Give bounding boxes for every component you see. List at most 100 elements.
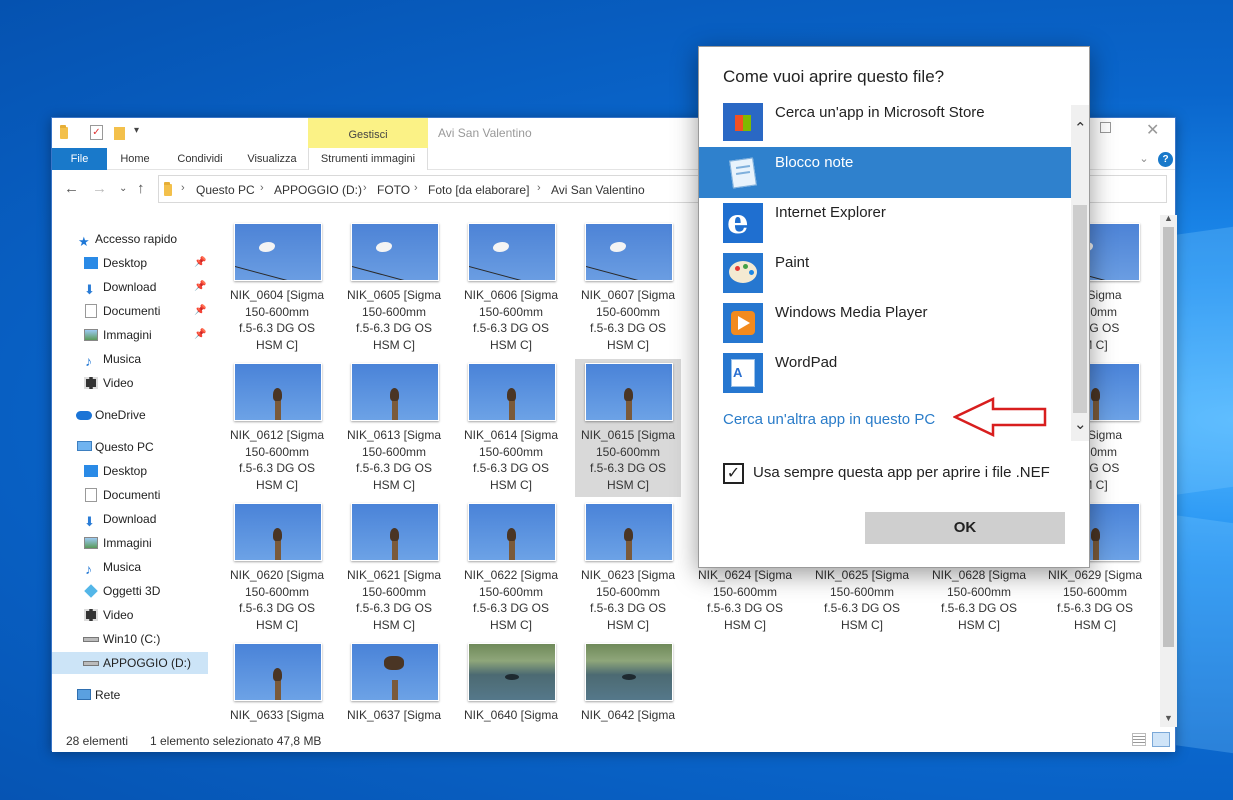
more-apps-link[interactable]: Cerca un'altra app in questo PC bbox=[723, 411, 935, 428]
app-option-paint[interactable]: Paint bbox=[699, 247, 1073, 298]
app-option-notepad[interactable]: Blocco note bbox=[699, 147, 1073, 198]
nav-pc-video[interactable]: Video bbox=[52, 604, 208, 626]
app-option-wordpad[interactable]: A WordPad bbox=[699, 347, 1073, 398]
file-thumbnail[interactable]: NIK_0607 [Sigma 150-600mm f.5-6.3 DG OS … bbox=[575, 219, 681, 357]
breadcrumb-separator[interactable]: › bbox=[363, 182, 367, 194]
back-arrow-icon[interactable]: ← bbox=[64, 180, 79, 197]
file-thumbnail[interactable]: NIK_0612 [Sigma 150-600mm f.5-6.3 DG OS … bbox=[224, 359, 330, 497]
file-thumbnail[interactable]: NIK_0640 [Sigma 150-600 bbox=[458, 639, 564, 725]
always-use-checkbox[interactable]: ✓ bbox=[723, 463, 744, 484]
vertical-scrollbar[interactable]: ▲ ▼ bbox=[1160, 213, 1177, 727]
breadcrumb-item[interactable]: Avi San Valentino bbox=[551, 183, 645, 197]
nav-this-pc[interactable]: Questo PC bbox=[52, 436, 208, 458]
pictures-icon bbox=[84, 329, 98, 341]
media-player-icon bbox=[723, 303, 763, 343]
desktop-icon bbox=[84, 257, 98, 269]
cloud-icon bbox=[76, 411, 92, 420]
file-thumbnail[interactable]: NIK_0637 [Sigma 150-600 bbox=[341, 639, 447, 725]
nav-pc-desktop[interactable]: Desktop bbox=[52, 460, 208, 482]
tab-file[interactable]: File bbox=[52, 148, 107, 170]
nav-pc-download[interactable]: ⬇ Download bbox=[52, 508, 208, 530]
nav-pc-drive-c[interactable]: Win10 (C:) bbox=[52, 628, 208, 650]
nav-pc-music[interactable]: ♪ Musica bbox=[52, 556, 208, 578]
file-thumbnail[interactable]: NIK_0620 [Sigma 150-600mm f.5-6.3 DG OS … bbox=[224, 499, 330, 637]
breadcrumb-separator[interactable]: › bbox=[260, 182, 264, 194]
pin-icon[interactable]: 📌 bbox=[194, 324, 206, 346]
maximize-icon[interactable] bbox=[1100, 122, 1111, 133]
breadcrumb-item[interactable]: Questo PC bbox=[196, 183, 255, 197]
file-thumbnail[interactable]: NIK_0605 [Sigma 150-600mm f.5-6.3 DG OS … bbox=[341, 219, 447, 357]
file-name: NIK_0607 [Sigma 150-600mm f.5-6.3 DG OS … bbox=[580, 288, 676, 352]
help-icon[interactable]: ? bbox=[1158, 152, 1173, 167]
breadcrumb-item[interactable]: FOTO bbox=[377, 183, 410, 197]
new-folder-icon[interactable] bbox=[114, 127, 125, 140]
customize-toolbar-icon[interactable]: ▾ bbox=[134, 125, 139, 136]
breadcrumb-separator[interactable]: › bbox=[414, 182, 418, 194]
file-thumbnail[interactable]: NIK_0606 [Sigma 150-600mm f.5-6.3 DG OS … bbox=[458, 219, 564, 357]
file-thumbnail-selected[interactable]: NIK_0615 [Sigma 150-600mm f.5-6.3 DG OS … bbox=[575, 359, 681, 497]
ribbon-expand-icon[interactable]: ⌄ bbox=[1136, 148, 1152, 170]
file-thumbnail[interactable]: NIK_0623 [Sigma 150-600mm f.5-6.3 DG OS … bbox=[575, 499, 681, 637]
file-thumbnail[interactable]: NIK_0633 [Sigma 150-600 bbox=[224, 639, 330, 725]
breadcrumb-item[interactable]: Foto [da elaborare] bbox=[428, 183, 529, 197]
details-view-icon[interactable] bbox=[1132, 733, 1146, 746]
pin-icon[interactable]: 📌 bbox=[194, 276, 206, 298]
ok-button[interactable]: OK bbox=[865, 512, 1065, 544]
up-arrow-icon[interactable]: ↑ bbox=[137, 180, 145, 197]
file-thumbnail[interactable]: NIK_0614 [Sigma 150-600mm f.5-6.3 DG OS … bbox=[458, 359, 564, 497]
forward-arrow-icon[interactable]: → bbox=[92, 180, 107, 197]
tab-picture-tools[interactable]: Strumenti immagini bbox=[308, 148, 428, 170]
scroll-up-icon[interactable]: ▲ bbox=[1164, 213, 1173, 223]
contextual-tab-manage[interactable]: Gestisci bbox=[308, 118, 428, 148]
file-thumbnail[interactable]: NIK_0604 [Sigma 150-600mm f.5-6.3 DG OS … bbox=[224, 219, 330, 357]
nav-quick-pictures[interactable]: Immagini 📌 bbox=[52, 324, 208, 346]
pin-icon[interactable]: 📌 bbox=[194, 300, 206, 322]
breadcrumb-separator[interactable]: › bbox=[181, 182, 185, 194]
file-name: NIK_0614 [Sigma 150-600mm f.5-6.3 DG OS … bbox=[463, 428, 559, 492]
nav-quick-download[interactable]: ⬇ Download 📌 bbox=[52, 276, 208, 298]
nav-pc-documents[interactable]: Documenti bbox=[52, 484, 208, 506]
app-option-internet-explorer[interactable]: e Internet Explorer bbox=[699, 197, 1073, 248]
file-name: NIK_0628 [Sigma 150-600mm f.5-6.3 DG OS … bbox=[931, 568, 1027, 632]
nav-pc-pictures[interactable]: Immagini bbox=[52, 532, 208, 554]
photo-thumbnail bbox=[351, 643, 439, 701]
nav-pc-3d-objects[interactable]: Oggetti 3D bbox=[52, 580, 208, 602]
file-thumbnail[interactable]: NIK_0613 [Sigma 150-600mm f.5-6.3 DG OS … bbox=[341, 359, 447, 497]
nav-quick-video[interactable]: Video bbox=[52, 372, 208, 394]
chevron-down-icon[interactable]: ⌄ bbox=[1074, 415, 1087, 433]
breadcrumb-separator[interactable]: › bbox=[537, 182, 541, 194]
nav-onedrive[interactable]: OneDrive bbox=[52, 404, 208, 426]
app-name: Internet Explorer bbox=[775, 204, 886, 221]
photo-thumbnail bbox=[468, 223, 556, 281]
nav-quick-music[interactable]: ♪ Musica bbox=[52, 348, 208, 370]
file-name: NIK_0622 [Sigma 150-600mm f.5-6.3 DG OS … bbox=[463, 568, 559, 632]
breadcrumb-item[interactable]: APPOGGIO (D:) bbox=[274, 183, 362, 197]
recent-locations-icon[interactable]: ⌄ bbox=[119, 183, 127, 194]
close-icon[interactable]: ✕ bbox=[1146, 120, 1159, 140]
nav-quick-documents[interactable]: Documenti 📌 bbox=[52, 300, 208, 322]
nav-label: Immagini bbox=[103, 328, 152, 342]
nav-quick-access[interactable]: ★ Accesso rapido bbox=[52, 228, 208, 250]
tab-home[interactable]: Home bbox=[112, 148, 158, 170]
tab-share[interactable]: Condividi bbox=[168, 148, 232, 170]
nav-quick-desktop[interactable]: Desktop 📌 bbox=[52, 252, 208, 274]
properties-icon[interactable]: ✓ bbox=[90, 125, 103, 140]
large-icons-view-icon[interactable] bbox=[1152, 732, 1170, 747]
file-thumbnail[interactable]: NIK_0621 [Sigma 150-600mm f.5-6.3 DG OS … bbox=[341, 499, 447, 637]
tab-view[interactable]: Visualizza bbox=[240, 148, 304, 170]
chevron-up-icon[interactable]: ⌃ bbox=[1074, 119, 1087, 137]
store-icon bbox=[723, 103, 763, 141]
nav-network[interactable]: Rete bbox=[52, 684, 208, 706]
dialog-scrollbar[interactable]: ⌃ ⌄ bbox=[1071, 105, 1089, 441]
nav-label: Oggetti 3D bbox=[103, 584, 161, 598]
scrollbar-thumb[interactable] bbox=[1163, 227, 1174, 647]
photo-thumbnail bbox=[234, 643, 322, 701]
scroll-down-icon[interactable]: ▼ bbox=[1164, 713, 1173, 723]
app-option-media-player[interactable]: Windows Media Player bbox=[699, 297, 1073, 348]
file-thumbnail[interactable]: NIK_0622 [Sigma 150-600mm f.5-6.3 DG OS … bbox=[458, 499, 564, 637]
pin-icon[interactable]: 📌 bbox=[194, 252, 206, 274]
nav-pc-drive-d[interactable]: APPOGGIO (D:) bbox=[52, 652, 208, 674]
dialog-scrollbar-thumb[interactable] bbox=[1073, 205, 1087, 413]
file-thumbnail[interactable]: NIK_0642 [Sigma 150-600 bbox=[575, 639, 681, 725]
app-option-store[interactable]: Cerca un'app in Microsoft Store bbox=[699, 97, 1073, 148]
